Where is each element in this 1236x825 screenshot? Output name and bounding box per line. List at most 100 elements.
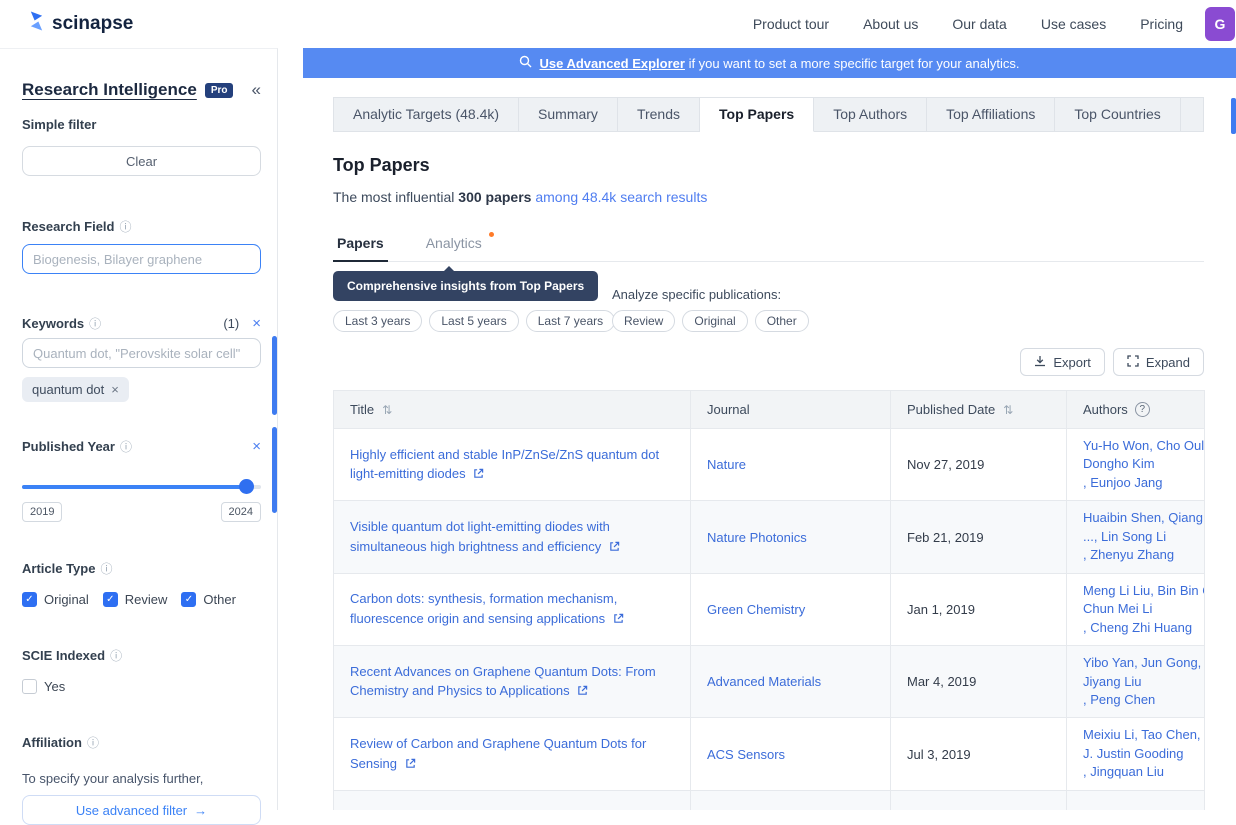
table-row: Stability of Quantum Dots, Quantum Dot F…: [333, 789, 1205, 810]
active-filter-indicator-keywords: [272, 336, 277, 415]
nav-link-about-us[interactable]: About us: [863, 16, 918, 32]
tab-top-papers[interactable]: Top Papers: [700, 97, 815, 132]
article-type-label: Article Type: [22, 561, 96, 576]
external-link-icon[interactable]: [577, 682, 588, 702]
research-field-label: Research Field: [22, 219, 115, 234]
checkbox-box[interactable]: [22, 679, 37, 694]
title-cell: Highly efficient and stable InP/ZnSe/ZnS…: [333, 427, 691, 502]
logo[interactable]: scinapse: [28, 11, 133, 37]
avatar[interactable]: G: [1205, 7, 1235, 41]
sort-title-icon[interactable]: ⇅: [382, 403, 392, 417]
published-year-slider[interactable]: [22, 479, 261, 494]
title-cell: Recent Advances on Graphene Quantum Dots…: [333, 645, 691, 719]
journal-link[interactable]: Advanced Materials: [707, 674, 821, 689]
subtab-papers[interactable]: Papers: [333, 235, 388, 262]
affiliation-label: Affiliation: [22, 735, 82, 750]
authors-cell[interactable]: Yibo Yan, Jun Gong, . Jiyang Liu , Peng …: [1066, 645, 1205, 719]
journal-cell: Advanced Materials: [690, 645, 891, 719]
journal-link[interactable]: Nature: [707, 457, 746, 472]
collapse-sidebar-icon[interactable]: «: [252, 80, 261, 100]
subtab-analytics[interactable]: Analytics: [422, 232, 494, 262]
keywords-input[interactable]: [22, 338, 261, 368]
scrollbar-thumb[interactable]: [1231, 98, 1236, 134]
checkbox-box[interactable]: [102, 592, 118, 607]
clear-published-year-icon[interactable]: ×: [252, 438, 261, 455]
keywords-label: Keywords: [22, 316, 85, 331]
pill-original[interactable]: Original: [682, 310, 748, 332]
nav-link-our-data[interactable]: Our data: [952, 16, 1006, 32]
authors-help-icon[interactable]: ?: [1134, 402, 1150, 417]
clear-keywords-icon[interactable]: ×: [252, 315, 261, 332]
pill-last-3-years[interactable]: Last 3 years: [333, 310, 423, 332]
pill-last-7-years[interactable]: Last 7 years: [525, 310, 616, 332]
paper-title-link[interactable]: Highly efficient and stable InP/ZnSe/ZnS…: [350, 447, 659, 482]
nav-link-pricing[interactable]: Pricing: [1140, 16, 1183, 32]
sidebar: Research Intelligence Pro « Simple filte…: [0, 48, 278, 825]
year-min-box[interactable]: 2019: [22, 502, 63, 522]
authors-cell[interactable]: Huaibin Shen, Qiang G ..., Lin Song Li ,…: [1066, 500, 1205, 574]
clear-filters-button[interactable]: Clear: [22, 146, 261, 176]
checkbox-other[interactable]: Other: [181, 592, 236, 607]
checkbox-label: Original: [44, 592, 89, 607]
export-label: Export: [1053, 354, 1091, 370]
nav-link-use-cases[interactable]: Use cases: [1041, 16, 1106, 32]
tab-top-affiliations[interactable]: Top Affiliations: [927, 97, 1056, 132]
info-icon: ⓘ: [89, 317, 102, 331]
sort-date-icon[interactable]: ⇅: [1003, 403, 1013, 417]
table-row: Carbon dots: synthesis, formation mechan…: [333, 572, 1205, 647]
simple-filter-label: Simple filter: [22, 117, 97, 132]
journal-link[interactable]: Nature Photonics: [707, 530, 807, 545]
authors-cell[interactable]: Yu-Ho Won, Cho Oul, Dongho Kim , Eunjoo …: [1066, 427, 1205, 502]
journal-link[interactable]: Green Chemistry: [707, 602, 805, 617]
info-icon: ⓘ: [119, 220, 132, 234]
main-content: Use Advanced Explorer if you want to set…: [303, 48, 1236, 810]
nav-link-product-tour[interactable]: Product tour: [753, 16, 829, 32]
pill-review[interactable]: Review: [612, 310, 676, 332]
title-cell: Review of Carbon and Graphene Quantum Do…: [333, 717, 691, 791]
tab-analytic-targets-48-4k[interactable]: Analytic Targets (48.4k): [333, 97, 520, 132]
tab-trends[interactable]: Trends: [617, 97, 700, 132]
table-header-row: Title ⇅ Journal Published Date ⇅ Authors?: [333, 390, 1205, 429]
tab-summary[interactable]: Summary: [519, 97, 618, 132]
search-results-link[interactable]: among 48.4k search results: [531, 189, 707, 205]
tab-filler: [1180, 97, 1204, 132]
slider-handle[interactable]: [238, 479, 254, 494]
checkbox-yes[interactable]: Yes: [22, 679, 65, 694]
search-icon: [519, 55, 532, 71]
checkbox-original[interactable]: Original: [22, 592, 89, 607]
info-icon: ⓘ: [100, 562, 113, 576]
advanced-explorer-link[interactable]: Use Advanced Explorer: [539, 56, 684, 71]
table-row: Recent Advances on Graphene Quantum Dots…: [333, 645, 1205, 719]
tab-top-countries[interactable]: Top Countries: [1055, 97, 1181, 132]
checkbox-review[interactable]: Review: [102, 592, 167, 607]
tab-top-authors[interactable]: Top Authors: [814, 97, 928, 132]
expand-button[interactable]: Expand: [1112, 348, 1204, 376]
checkbox-box[interactable]: [22, 592, 37, 607]
advanced-explorer-banner: Use Advanced Explorer if you want to set…: [303, 48, 1236, 78]
use-advanced-filter-button[interactable]: Use advanced filter →: [22, 795, 261, 825]
remove-tag-icon[interactable]: ×: [111, 382, 119, 397]
authors-cell[interactable]: Hyungsuk Moon,: [1066, 789, 1205, 810]
paper-title-link[interactable]: Recent Advances on Graphene Quantum Dots…: [350, 664, 656, 699]
paper-title-link[interactable]: Visible quantum dot light-emitting diode…: [350, 519, 620, 554]
paper-title-link[interactable]: Carbon dots: synthesis, formation mechan…: [350, 591, 624, 626]
pill-last-5-years[interactable]: Last 5 years: [429, 310, 519, 332]
table-actions: Export Expand: [333, 348, 1204, 376]
paper-title-link[interactable]: Review of Carbon and Graphene Quantum Do…: [350, 736, 646, 771]
pill-other[interactable]: Other: [754, 310, 809, 332]
journal-link[interactable]: ACS Sensors: [707, 747, 785, 762]
slider-track-fill: [22, 485, 247, 489]
header-title: Title ⇅: [333, 390, 691, 429]
pro-badge: Pro: [204, 82, 234, 98]
authors-cell[interactable]: Meng Li Liu, Bin Bin C Chun Mei Li , Che…: [1066, 572, 1205, 647]
year-max-box[interactable]: 2024: [220, 502, 261, 522]
external-link-icon[interactable]: [405, 755, 416, 775]
external-link-icon[interactable]: [609, 538, 620, 558]
authors-cell[interactable]: Meixiu Li, Tao Chen, J. Justin Gooding ,…: [1066, 717, 1205, 791]
external-link-icon[interactable]: [473, 465, 484, 485]
export-button[interactable]: Export: [1020, 348, 1105, 376]
date-cell: [890, 789, 1067, 810]
checkbox-box[interactable]: [181, 592, 197, 607]
external-link-icon[interactable]: [613, 610, 624, 630]
research-field-input[interactable]: [22, 244, 261, 274]
